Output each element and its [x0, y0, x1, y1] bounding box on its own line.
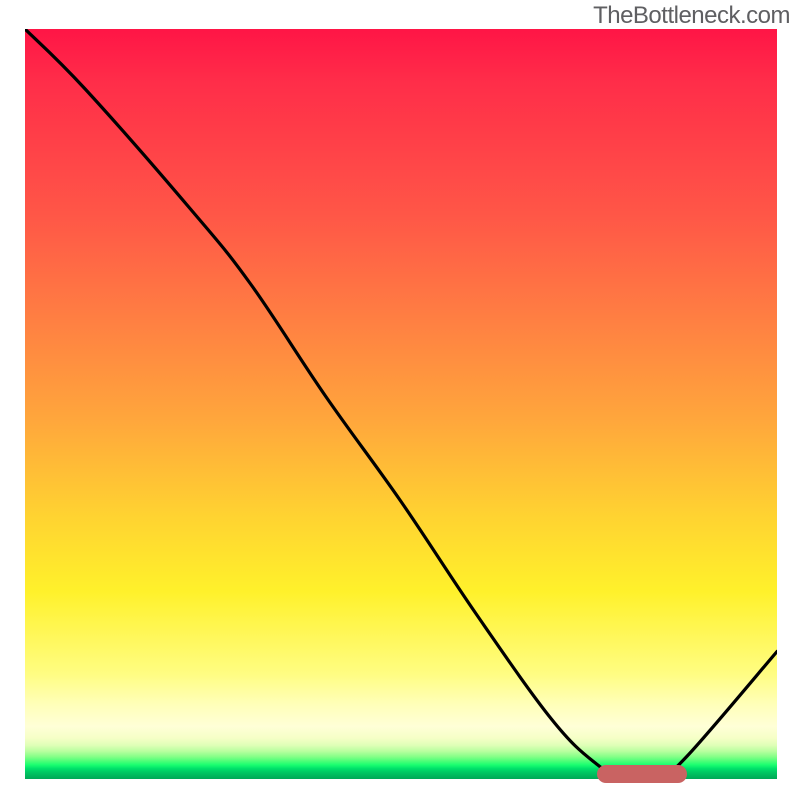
optimal-range-marker [597, 765, 687, 783]
chart-container: TheBottleneck.com [0, 0, 800, 800]
bottleneck-curve [25, 29, 777, 779]
curve-path [25, 29, 777, 779]
watermark-text: TheBottleneck.com [593, 2, 790, 30]
